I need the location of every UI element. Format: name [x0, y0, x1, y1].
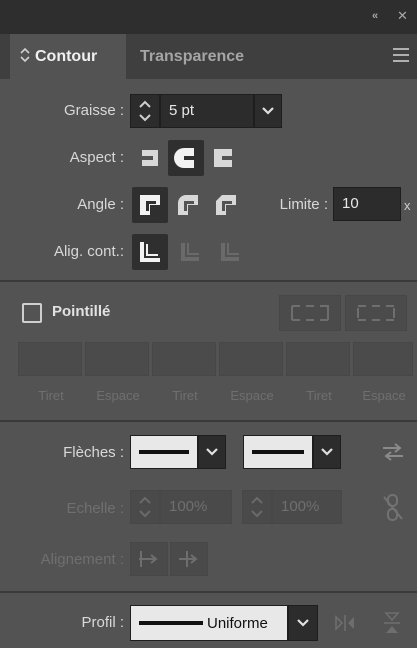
dash-field-label: Tiret [172, 388, 198, 403]
dash-field-3 [286, 342, 350, 376]
dash-align-icon [357, 305, 395, 321]
swap-arrowheads-icon[interactable] [381, 442, 405, 462]
separator [0, 420, 417, 422]
weight-dropdown-button[interactable] [254, 94, 282, 128]
start-arrowhead-swatch[interactable] [130, 435, 198, 469]
link-scale-icon [383, 494, 403, 521]
arrow-extend-icon [139, 551, 158, 567]
end-scale-stepper [242, 490, 272, 524]
align-outside-button [212, 234, 248, 270]
dash-field-label: Tiret [38, 388, 64, 403]
collapse-panel-icon[interactable]: « [372, 10, 378, 22]
weight-stepper[interactable] [130, 94, 160, 128]
align-stroke-outside-icon [221, 243, 239, 261]
cap-label: Aspect : [69, 149, 124, 166]
align-center-button[interactable] [132, 234, 168, 270]
miter-limit-input[interactable]: 10 [333, 187, 401, 221]
end-scale-input: 100% [272, 490, 342, 524]
flip-horizontal-icon [335, 615, 354, 631]
round-cap-icon [174, 148, 196, 168]
align-stroke-center-icon [140, 242, 160, 262]
profile-dropdown-button[interactable] [288, 605, 318, 641]
arrow-place-button [170, 542, 208, 576]
stroke-align-label: Alig. cont.: [53, 243, 124, 260]
projecting-cap-icon [214, 149, 234, 167]
gap-field-label: Espace [362, 388, 406, 403]
butt-cap-button[interactable] [132, 140, 168, 176]
align-stroke-inside-icon [181, 243, 199, 261]
tab-transparence[interactable]: Transparence [140, 34, 244, 79]
dash-field-label: Tiret [306, 388, 332, 403]
arrow-place-icon [179, 551, 198, 567]
arrowheads-label: Flèches : [63, 444, 124, 461]
end-arrowhead-dropdown[interactable] [313, 435, 341, 469]
dash-field-1 [18, 342, 82, 376]
arrow-extend-button [130, 542, 168, 576]
gap-field-1 [85, 342, 149, 376]
chevron-down-icon [321, 448, 333, 456]
stepper-arrows-icon [139, 496, 151, 518]
round-join-icon [178, 195, 198, 215]
corner-label: Angle : [77, 196, 124, 213]
updown-arrows-icon [20, 47, 30, 63]
weight-input[interactable]: 5 pt [160, 94, 254, 128]
panel-title-bar: « ✕ [0, 0, 417, 34]
gap-field-label: Espace [230, 388, 274, 403]
start-scale-input: 100% [160, 490, 232, 524]
align-inside-button [172, 234, 208, 270]
stepper-arrows-icon [251, 496, 263, 518]
close-panel-icon[interactable]: ✕ [397, 8, 408, 24]
separator [0, 591, 417, 593]
stepper-arrows-icon [139, 100, 151, 122]
profile-value: Uniforme [207, 615, 268, 632]
chevron-down-icon [297, 619, 309, 627]
weight-label: Graisse : [63, 102, 124, 119]
preserve-dash-button [279, 295, 341, 331]
tab-strip: Contour Transparence [0, 34, 417, 79]
profile-swatch[interactable]: Uniforme [130, 605, 288, 641]
miter-join-button[interactable] [132, 187, 168, 223]
bevel-join-icon [216, 195, 236, 215]
tab-contour[interactable]: Contour [10, 34, 126, 79]
projecting-cap-button[interactable] [206, 140, 242, 176]
miter-limit-suffix: x [404, 198, 411, 213]
miter-join-icon [140, 195, 160, 215]
dashed-line-checkbox[interactable] [22, 303, 42, 323]
align-dash-button [345, 295, 407, 331]
tab-contour-label: Contour [35, 48, 98, 65]
end-arrowhead-swatch[interactable] [243, 435, 313, 469]
gap-field-label: Espace [96, 388, 140, 403]
butt-cap-icon [139, 150, 158, 166]
bevel-join-button[interactable] [208, 187, 244, 223]
scale-label: Echelle : [66, 500, 124, 517]
gap-field-2 [219, 342, 283, 376]
separator [0, 280, 417, 282]
dash-corner-icon [291, 305, 329, 321]
round-cap-button[interactable] [168, 140, 204, 176]
round-join-button[interactable] [170, 187, 206, 223]
arrow-alignment-label: Alignement : [40, 551, 124, 568]
start-arrowhead-dropdown[interactable] [198, 435, 226, 469]
dashed-line-label: Pointillé [52, 303, 111, 320]
chevron-down-icon [206, 448, 218, 456]
profile-label: Profil : [81, 614, 124, 631]
profile-line-preview [139, 621, 203, 625]
panel-menu-icon[interactable] [393, 48, 409, 62]
gap-field-3 [353, 342, 413, 376]
start-scale-stepper [130, 490, 160, 524]
flip-vertical-icon [384, 612, 400, 633]
chevron-down-icon [262, 107, 274, 115]
miter-limit-label: Limite : [279, 196, 328, 213]
stroke-panel: Contour Transparence Graisse : 5 pt Aspe… [0, 34, 417, 648]
dash-field-2 [152, 342, 216, 376]
